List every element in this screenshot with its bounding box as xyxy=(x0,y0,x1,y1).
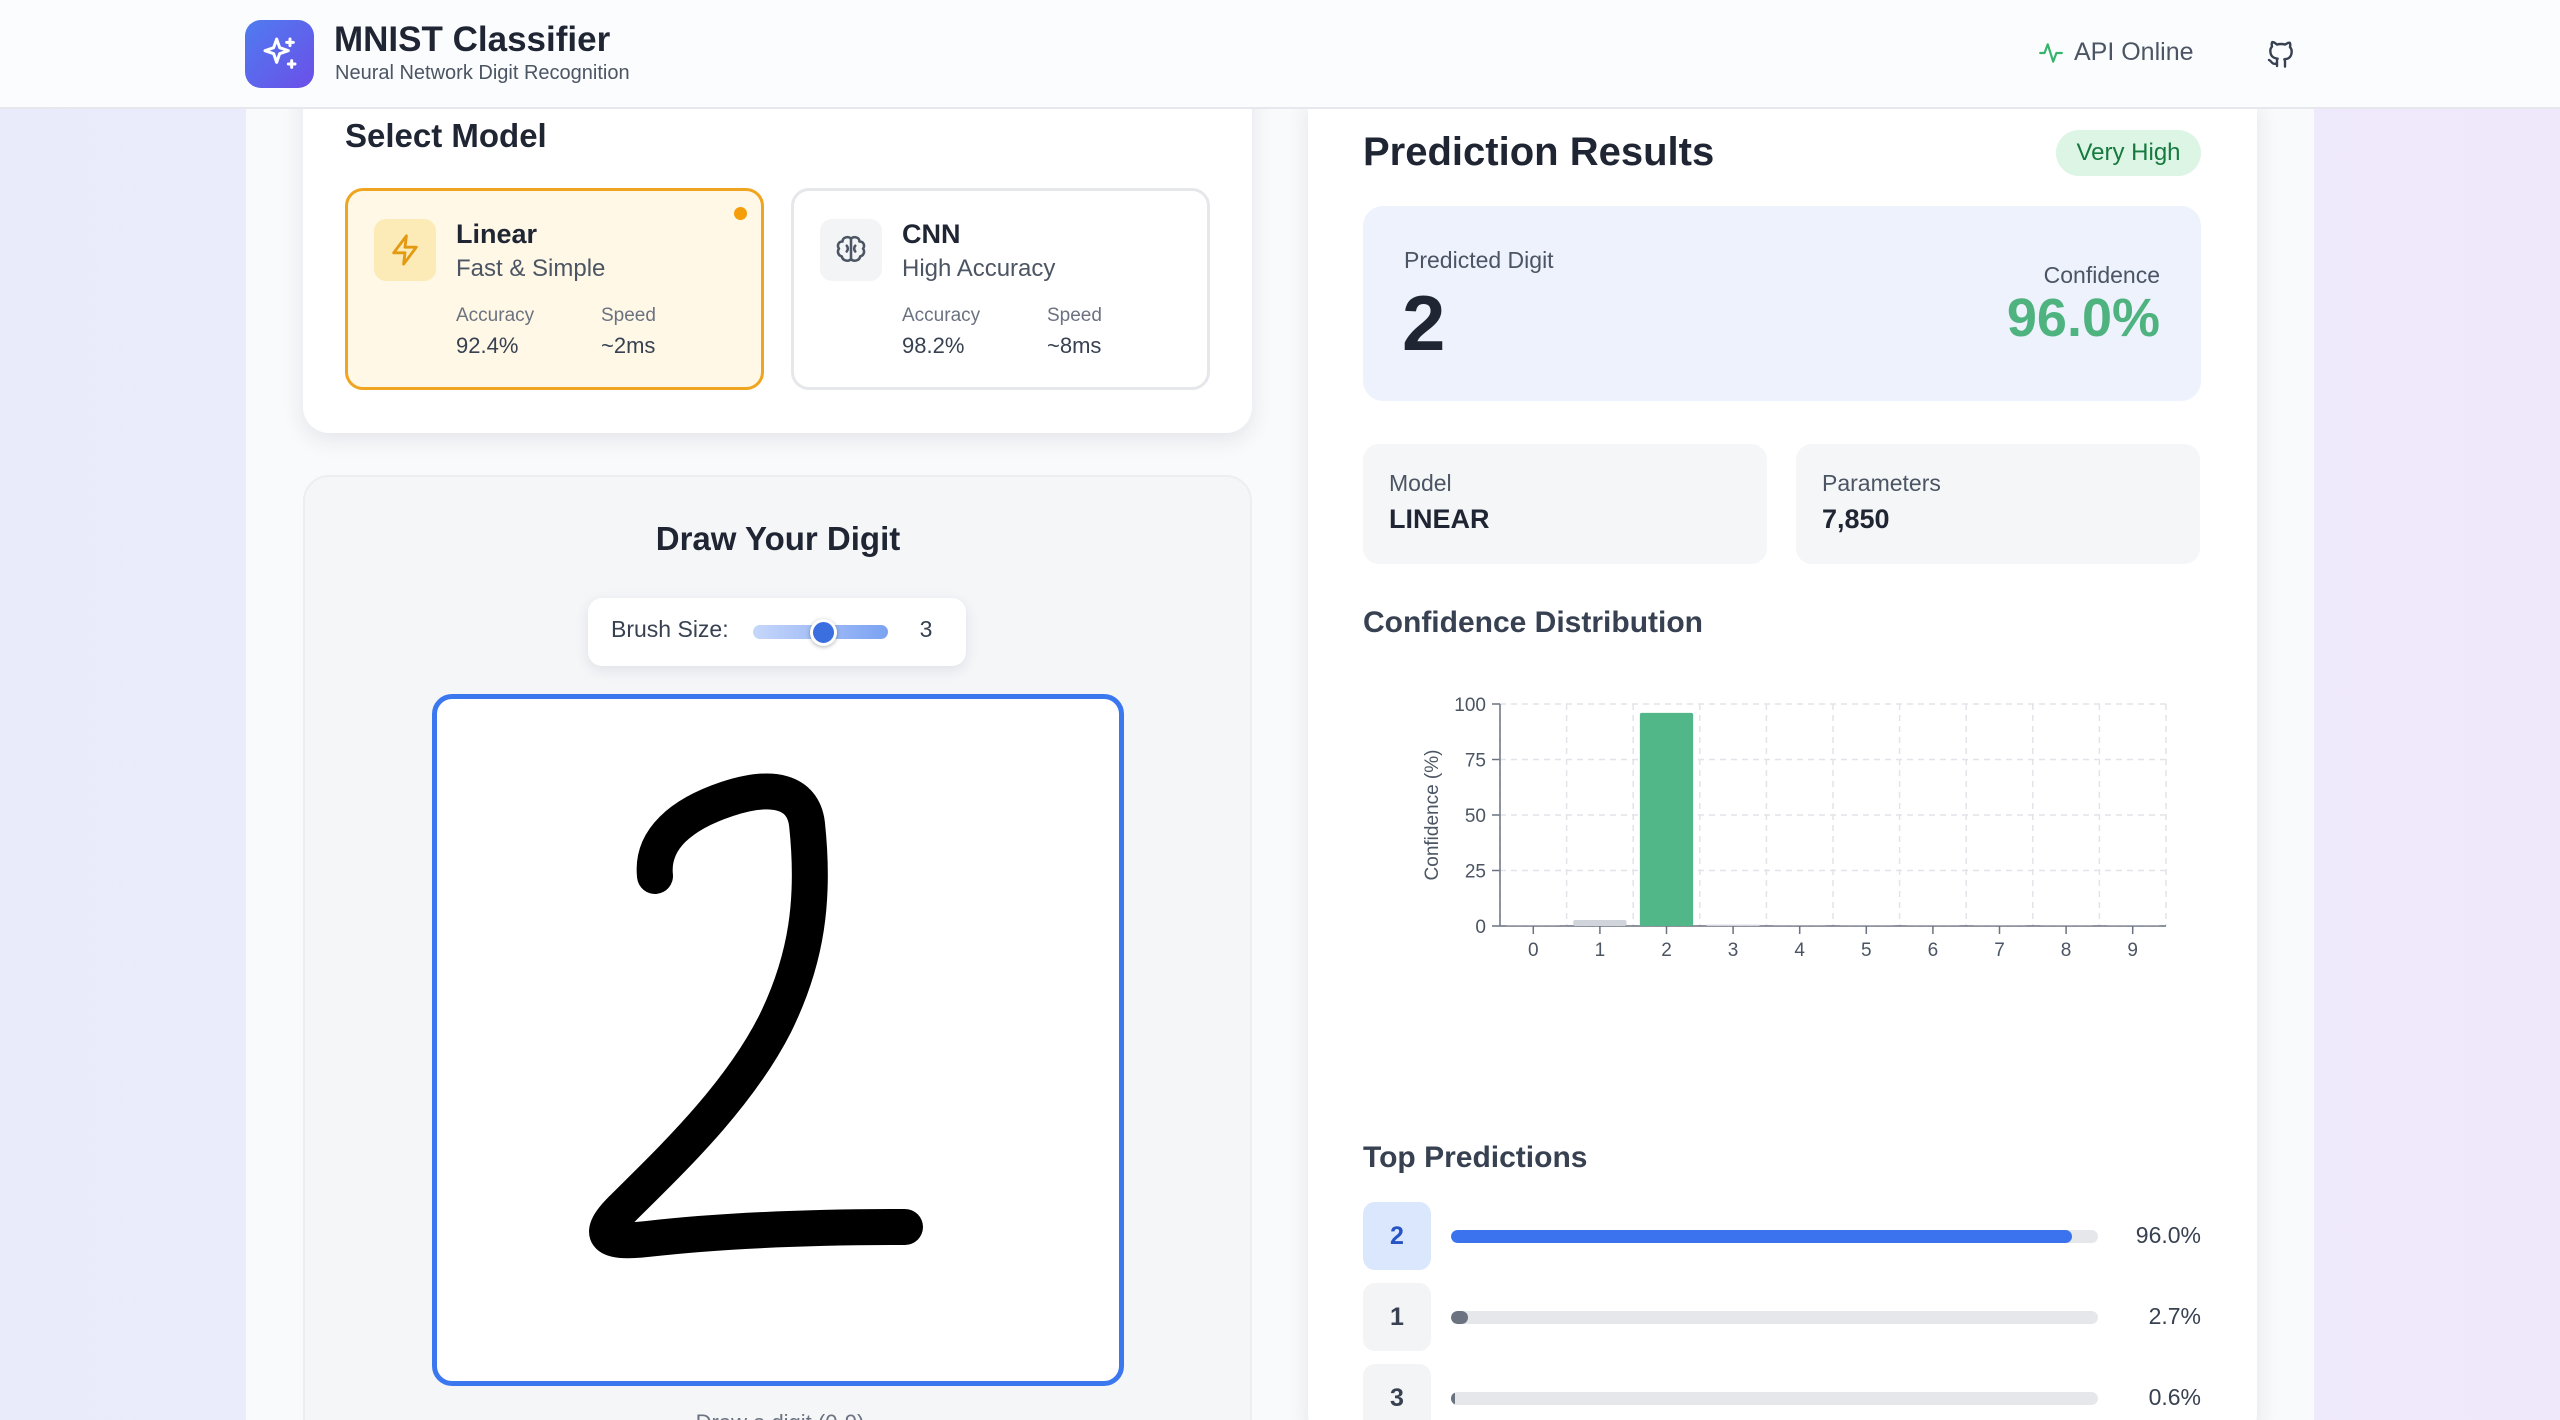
lightning-icon xyxy=(374,219,436,281)
x-tick-label: 7 xyxy=(1994,940,2005,961)
model-info: Model LINEAR xyxy=(1363,444,1767,564)
prediction-digit: 1 xyxy=(1363,1283,1431,1351)
accuracy-label: Accuracy xyxy=(456,305,535,326)
top-prediction-row: 1 2.7% xyxy=(1363,1283,2201,1351)
prediction-percent: 2.7% xyxy=(2148,1303,2201,1329)
brush-size-control: Brush Size: 3 xyxy=(588,598,966,666)
prediction-percent: 0.6% xyxy=(2148,1384,2201,1410)
app-title: MNIST Classifier xyxy=(334,20,611,59)
prediction-bar-fill xyxy=(1451,1311,1469,1324)
x-tick-label: 0 xyxy=(1528,940,1539,961)
confidence-level-badge: Very High xyxy=(2056,130,2201,176)
model-option-linear[interactable]: Linear Fast & Simple Accuracy 92.4% Spee… xyxy=(345,188,764,390)
brush-size-value: 3 xyxy=(919,616,933,642)
y-tick-label: 75 xyxy=(1465,751,1486,772)
confidence-value: 96.0% xyxy=(2006,288,2160,348)
confidence-label: Confidence xyxy=(2043,262,2160,288)
model-info-value: LINEAR xyxy=(1389,504,1490,534)
app-subtitle: Neural Network Digit Recognition xyxy=(335,62,630,84)
speed-label: Speed xyxy=(1047,305,1102,326)
x-tick-label: 1 xyxy=(1595,940,1606,961)
github-icon xyxy=(2267,40,2293,68)
api-status: API Online xyxy=(2038,38,2194,67)
accuracy-value: 92.4% xyxy=(456,333,519,358)
brush-size-label: Brush Size: xyxy=(611,616,729,642)
app-header: MNIST Classifier Neural Network Digit Re… xyxy=(0,0,2560,109)
prediction-bar-fill xyxy=(1451,1230,2073,1243)
top-prediction-row: 2 96.0% xyxy=(1363,1202,2201,1270)
predicted-digit-label: Predicted Digit xyxy=(1404,247,1554,273)
drawing-canvas[interactable] xyxy=(432,694,1124,1386)
accuracy-label: Accuracy xyxy=(902,305,981,326)
prediction-digit: 3 xyxy=(1363,1364,1431,1420)
y-tick-label: 0 xyxy=(1475,917,1486,938)
bar-digit-2 xyxy=(1639,712,1694,926)
model-desc: High Accuracy xyxy=(902,255,1056,282)
predicted-digit-value: 2 xyxy=(1402,279,1446,367)
distribution-title: Confidence Distribution xyxy=(1363,606,1703,639)
parameters-label: Parameters xyxy=(1822,470,1941,496)
model-option-cnn[interactable]: CNN High Accuracy Accuracy 98.2% Speed ~… xyxy=(791,188,1210,390)
x-tick-label: 5 xyxy=(1861,940,1872,961)
github-link[interactable] xyxy=(2265,38,2297,75)
drawn-digit-stroke xyxy=(589,773,923,1259)
x-tick-label: 2 xyxy=(1661,940,1672,961)
select-model-title: Select Model xyxy=(345,117,547,154)
prediction-percent: 96.0% xyxy=(2135,1222,2201,1248)
parameters-info: Parameters 7,850 xyxy=(1796,444,2200,564)
y-axis-label: Confidence (%) xyxy=(1422,750,1443,881)
canvas-hint: Draw a digit (0-9) xyxy=(600,1410,960,1420)
prediction-digit: 2 xyxy=(1363,1202,1431,1270)
x-tick-label: 8 xyxy=(2061,940,2072,961)
api-status-label: API Online xyxy=(2074,38,2194,66)
results-title: Prediction Results xyxy=(1363,130,1715,174)
prediction-bar xyxy=(1451,1311,2098,1324)
parameters-value: 7,850 xyxy=(1822,504,1890,534)
top-prediction-row: 3 0.6% xyxy=(1363,1364,2201,1420)
x-tick-label: 9 xyxy=(2127,940,2138,961)
prediction-bar xyxy=(1451,1392,2098,1405)
y-tick-label: 100 xyxy=(1454,695,1486,716)
speed-value: ~2ms xyxy=(601,333,656,358)
brain-icon xyxy=(820,219,882,281)
prediction-bar xyxy=(1451,1230,2098,1243)
speed-value: ~8ms xyxy=(1047,333,1102,358)
speed-label: Speed xyxy=(601,305,656,326)
selected-indicator xyxy=(734,207,747,220)
y-tick-label: 25 xyxy=(1465,862,1486,883)
y-tick-label: 50 xyxy=(1465,806,1486,827)
confidence-distribution-chart: 0 25 50 75 100 0 1 2 3 4 5 6 7 8 9 Confidence (%) xyxy=(1422,695,2167,961)
bar-digit-3 xyxy=(1706,924,1760,926)
model-desc: Fast & Simple xyxy=(456,255,606,282)
accuracy-value: 98.2% xyxy=(902,333,965,358)
x-tick-label: 3 xyxy=(1728,940,1739,961)
brush-size-thumb[interactable] xyxy=(810,619,837,646)
activity-icon xyxy=(2039,42,2063,63)
sparkles-logo-icon xyxy=(245,20,314,88)
prediction-bar-fill xyxy=(1451,1392,1455,1405)
model-name: CNN xyxy=(902,219,961,249)
model-info-label: Model xyxy=(1389,470,1452,496)
top-predictions-title: Top Predictions xyxy=(1363,1141,1588,1174)
x-tick-label: 6 xyxy=(1928,940,1939,961)
model-name: Linear xyxy=(456,219,538,249)
x-tick-label: 4 xyxy=(1794,940,1805,961)
bar-digit-1 xyxy=(1573,920,1627,926)
